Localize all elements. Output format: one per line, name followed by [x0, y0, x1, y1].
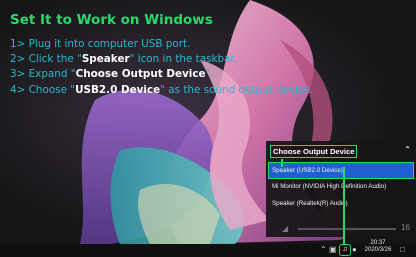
clock-date: 2020/3/26 [364, 247, 392, 253]
volume-slider[interactable] [298, 228, 396, 230]
step-3-highlight: Choose Output Device [75, 68, 206, 81]
pointer-line-horizontal [281, 159, 283, 167]
step-2: 2> Click the "Speaker" icon in the taskb… [10, 53, 238, 66]
notification-icon[interactable]: □ [400, 245, 405, 255]
instructions-panel: Set It to Work on Windows 1> Plug it int… [10, 12, 314, 98]
device-item-realtek-speaker[interactable]: Speaker (Realtek(R) Audio) [269, 196, 413, 211]
step-4-highlight: USB2.0 Device [75, 83, 161, 96]
taskbar: ⌃ ▣ ♫ ● 20:37 2020/3/26 □ [0, 240, 416, 257]
taskbar-clock[interactable]: 20:37 2020/3/26 [362, 240, 394, 254]
device-label: Speaker (Realtek(R) Audio) [272, 200, 348, 207]
volume-value: 16 [401, 223, 410, 232]
device-label: Mi Monitor (NVIDIA High Definition Audio… [272, 183, 387, 190]
step-2-highlight: Speaker [81, 53, 130, 66]
speaker-muted-icon[interactable]: ◢ [282, 224, 288, 233]
step-4: 4> Choose "USB2.0 Device" as the sound o… [10, 83, 314, 96]
choose-output-device-label: Choose Output Device [270, 145, 358, 158]
step-3: 3> Expand "Choose Output Device". [10, 68, 214, 81]
chevron-up-icon[interactable]: ⌃ [320, 245, 327, 255]
input-indicator-icon[interactable]: ● [352, 245, 357, 255]
device-label: Speaker (USB2.0 Device) [272, 167, 343, 174]
device-item-usb-speaker[interactable]: Speaker (USB2.0 Device) [268, 162, 414, 179]
clock-time: 20:37 [370, 240, 386, 246]
volume-row: ◢ 16 [272, 223, 412, 234]
pointer-line-vertical [343, 167, 345, 244]
step-1: 1> Plug it into computer USB port. [10, 38, 191, 50]
choose-output-device-header[interactable]: Choose Output Device ⌃ [268, 144, 412, 158]
device-item-mi-monitor[interactable]: Mi Monitor (NVIDIA High Definition Audio… [269, 179, 413, 194]
instructions-title: Set It to Work on Windows [10, 12, 213, 28]
sound-output-flyout: Choose Output Device ⌃ Speaker (USB2.0 D… [266, 141, 416, 237]
network-icon[interactable]: ▣ [329, 245, 337, 255]
chevron-up-icon[interactable]: ⌃ [404, 145, 411, 154]
speaker-icon[interactable]: ♫ [339, 244, 351, 256]
